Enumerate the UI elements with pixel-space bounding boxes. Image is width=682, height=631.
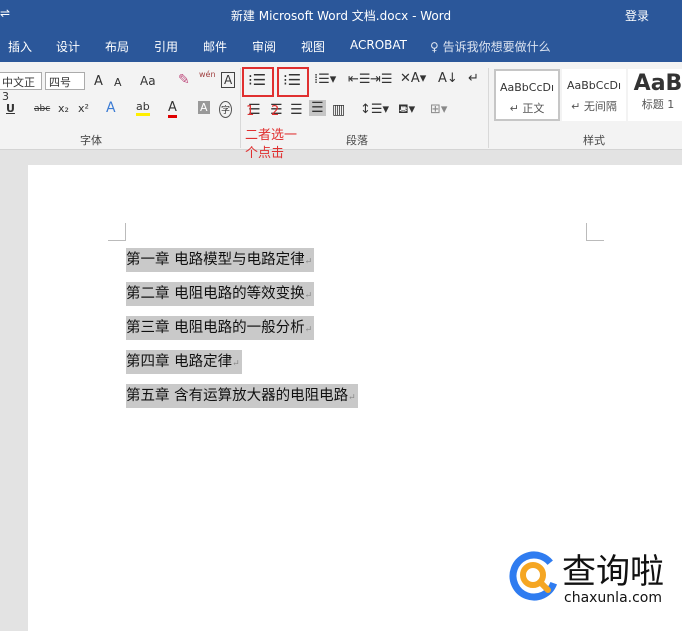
grow-font-button[interactable]: A bbox=[94, 74, 103, 89]
document-line[interactable]: 第二章 电阻电路的等效变换↵ bbox=[126, 282, 315, 306]
lightbulb-icon: ♀ bbox=[430, 40, 443, 54]
tab-layout[interactable]: 布局 bbox=[105, 38, 129, 55]
align-right-icon[interactable]: ☰ bbox=[290, 102, 303, 118]
group-label-paragraph: 段落 bbox=[346, 134, 368, 147]
sort-icon[interactable]: A↓ bbox=[438, 71, 458, 86]
login-button[interactable]: 登录 bbox=[625, 7, 649, 24]
superscript-button[interactable]: x² bbox=[78, 102, 89, 115]
style-no-spacing[interactable]: AaBbCcDı ↵ 无间隔 bbox=[562, 69, 626, 121]
annotation-text-1: 二者选一 bbox=[245, 128, 298, 143]
tab-insert[interactable]: 插入 bbox=[8, 38, 32, 55]
tab-design[interactable]: 设计 bbox=[56, 38, 80, 55]
title-bar: ⇌ 新建 Microsoft Word 文档.docx - Word 登录 bbox=[0, 0, 682, 28]
magnifier-logo-icon bbox=[509, 551, 559, 601]
document-line[interactable]: 第五章 含有运算放大器的电阻电路↵ bbox=[126, 384, 358, 408]
annotation-box-bullets bbox=[242, 67, 274, 97]
ribbon: 中文正3 四号 A A Aa ✎ wén A U abc x₂ x² A ab … bbox=[0, 62, 682, 150]
borders-icon[interactable]: ⊞▾ bbox=[430, 102, 447, 117]
line-spacing-icon[interactable]: ↕☰▾ bbox=[360, 102, 389, 117]
group-label-font: 字体 bbox=[80, 134, 102, 147]
annotation-text-2: 个点击 bbox=[245, 146, 285, 161]
tab-review[interactable]: 审阅 bbox=[252, 38, 276, 55]
phonetic-guide-button[interactable]: wén bbox=[199, 70, 216, 79]
justify-icon[interactable]: ☰ bbox=[309, 100, 326, 116]
subscript-button[interactable]: x₂ bbox=[58, 102, 69, 115]
ribbon-tabs: 插入 设计 布局 引用 邮件 审阅 视图 ACROBAT ♀ 告诉我你想要做什么 bbox=[0, 28, 682, 62]
show-marks-icon[interactable]: ↵ bbox=[468, 71, 479, 86]
style-heading1[interactable]: AaB 标题 1 bbox=[628, 69, 682, 121]
margin-corner bbox=[108, 223, 126, 241]
font-name-select[interactable]: 中文正3 bbox=[0, 72, 42, 103]
highlight-button[interactable]: ab bbox=[136, 100, 150, 116]
text-effects-button[interactable]: A bbox=[106, 100, 116, 116]
annotation-box-numbering bbox=[277, 67, 309, 97]
underline-button[interactable]: U bbox=[6, 102, 15, 115]
document-line[interactable]: 第一章 电路模型与电路定律↵ bbox=[126, 248, 315, 272]
font-color-button[interactable]: A bbox=[168, 100, 177, 118]
margin-corner bbox=[586, 223, 604, 241]
style-normal[interactable]: AaBbCcDı ↵ 正文 bbox=[494, 69, 560, 121]
strikethrough-button[interactable]: abc bbox=[34, 104, 50, 114]
char-border-button[interactable]: A bbox=[221, 72, 236, 88]
enclose-char-button[interactable]: 字 bbox=[219, 101, 233, 118]
tab-references[interactable]: 引用 bbox=[154, 38, 178, 55]
decrease-indent-icon[interactable]: ⇤☰ bbox=[348, 72, 371, 87]
multilevel-list-icon[interactable]: ⁞☰▾ bbox=[314, 72, 336, 87]
annotation-number-2: 2 bbox=[271, 104, 280, 119]
document-line[interactable]: 第四章 电路定律↵ bbox=[126, 350, 242, 374]
chinese-layout-icon[interactable]: ✕A▾ bbox=[400, 71, 426, 86]
annotation-number-1: 1 bbox=[246, 104, 255, 119]
group-label-styles: 样式 bbox=[583, 134, 605, 147]
clear-format-icon[interactable]: ✎ bbox=[178, 72, 190, 88]
tell-me-search[interactable]: ♀ 告诉我你想要做什么 bbox=[430, 38, 551, 55]
tab-view[interactable]: 视图 bbox=[301, 38, 325, 55]
document-line[interactable]: 第三章 电阻电路的一般分析↵ bbox=[126, 316, 315, 340]
increase-indent-icon[interactable]: ⇥☰ bbox=[370, 72, 393, 87]
change-case-button[interactable]: Aa bbox=[140, 74, 156, 88]
watermark-logo: 查询啦 chaxunla.com bbox=[508, 548, 668, 612]
tab-mailings[interactable]: 邮件 bbox=[203, 38, 227, 55]
shrink-font-button[interactable]: A bbox=[114, 76, 122, 89]
window-title: 新建 Microsoft Word 文档.docx - Word bbox=[230, 9, 452, 23]
tab-acrobat[interactable]: ACROBAT bbox=[350, 38, 407, 52]
distributed-icon[interactable]: ▥ bbox=[332, 102, 345, 118]
shading-icon[interactable]: ⛾▾ bbox=[398, 102, 415, 119]
char-shading-button[interactable]: A bbox=[198, 101, 210, 114]
font-size-select[interactable]: 四号 bbox=[45, 72, 85, 90]
